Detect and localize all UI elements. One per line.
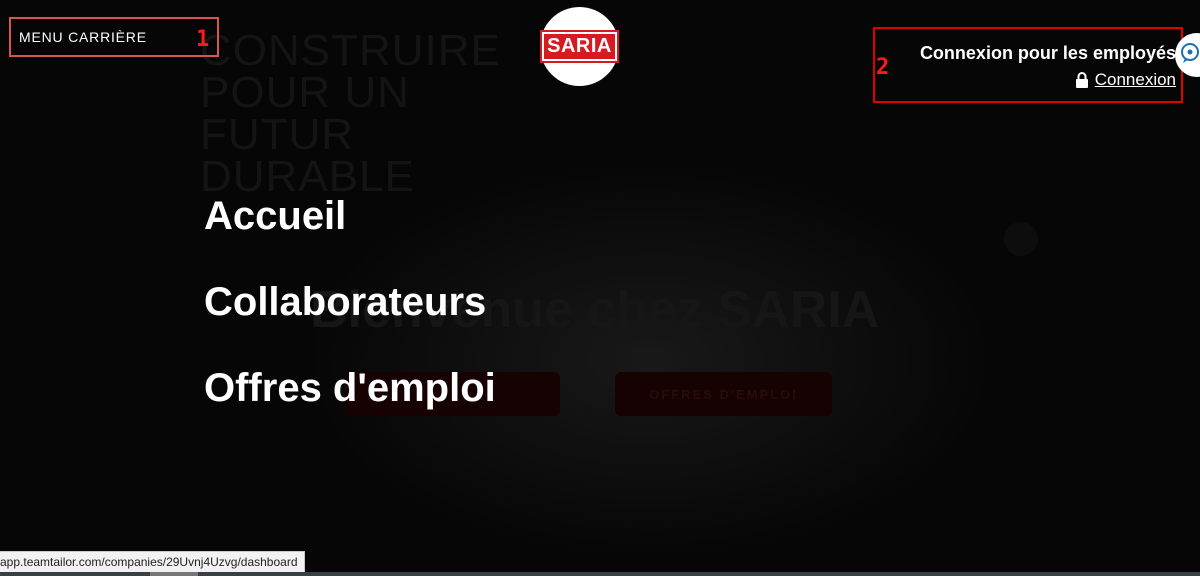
lock-icon: [1075, 72, 1089, 88]
career-menu-label: MENU CARRIÈRE: [19, 29, 147, 45]
scrollbar-thumb[interactable]: [150, 572, 198, 576]
main-navigation: Accueil Collaborateurs Offres d'emploi: [204, 190, 496, 448]
login-highlight-box: [873, 27, 1183, 103]
horizontal-scrollbar[interactable]: [0, 572, 1200, 576]
career-menu-button[interactable]: MENU CARRIÈRE: [9, 17, 219, 57]
annotation-marker-1: 1: [196, 27, 210, 52]
status-bar-url: app.teamtailor.com/companies/29Uvnj4Uzvg…: [0, 551, 305, 574]
nav-item-collaborateurs[interactable]: Collaborateurs: [204, 276, 496, 362]
employee-login-link[interactable]: Connexion: [1075, 70, 1176, 90]
employee-login-title: Connexion pour les employés: [919, 43, 1176, 63]
nav-item-accueil[interactable]: Accueil: [204, 190, 496, 276]
saria-logo[interactable]: SARIA: [540, 7, 619, 86]
background-decoration: [1004, 222, 1038, 256]
nav-item-offres-emploi[interactable]: Offres d'emploi: [204, 362, 496, 448]
background-heading: CONSTRUIRE POUR UN FUTUR DURABLE: [200, 26, 501, 201]
annotation-marker-2: 2: [876, 55, 890, 80]
login-link-label: Connexion: [1094, 70, 1176, 89]
background-button-job-offers: OFFRES D'EMPLOI: [615, 372, 832, 416]
logo-text: SARIA: [540, 30, 619, 63]
chat-bubble-icon: [1179, 42, 1200, 69]
